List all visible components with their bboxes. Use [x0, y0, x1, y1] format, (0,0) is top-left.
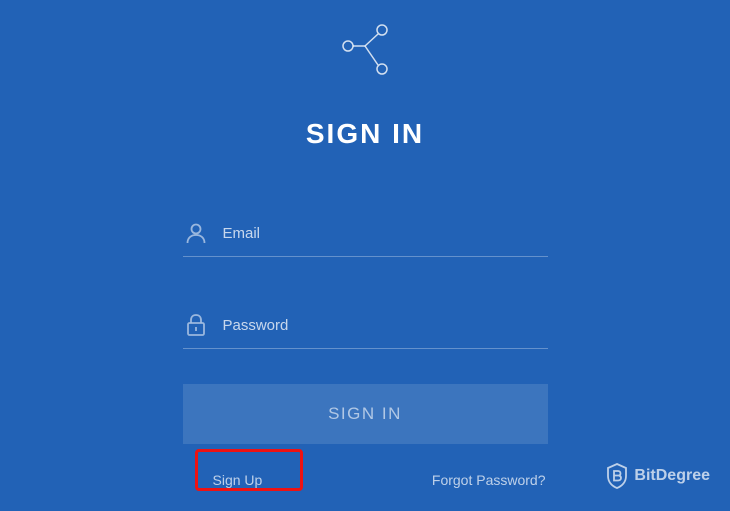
app-logo [183, 18, 548, 76]
molecule-icon [336, 18, 394, 76]
bitdegree-watermark: BitDegree [606, 463, 710, 489]
page-title: SIGN IN [183, 118, 548, 150]
bottom-links: Sign Up Forgot Password? [183, 472, 548, 488]
lock-icon [183, 312, 209, 338]
password-row [183, 312, 548, 349]
signup-link[interactable]: Sign Up [185, 472, 263, 488]
email-row [183, 220, 548, 257]
user-icon [183, 220, 209, 246]
password-field[interactable] [209, 317, 548, 334]
shield-icon [606, 463, 628, 489]
watermark-label: BitDegree [634, 467, 710, 485]
email-field[interactable] [209, 225, 548, 242]
signin-button[interactable]: SIGN IN [183, 384, 548, 444]
forgot-password-link[interactable]: Forgot Password? [432, 472, 546, 488]
